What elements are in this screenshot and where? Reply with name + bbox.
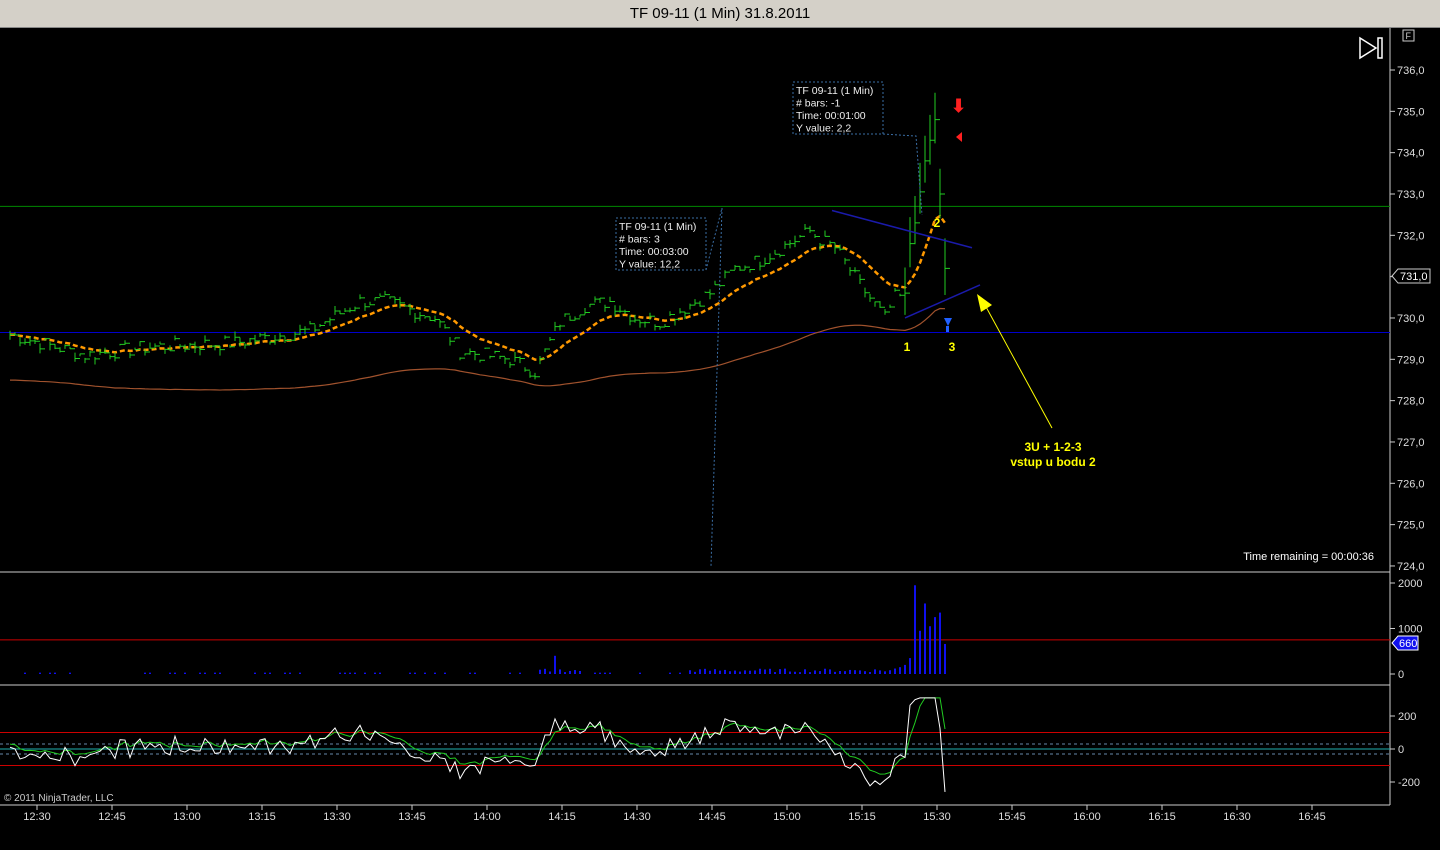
down-arrow-icon: ⬇ [951,96,966,116]
annotation-arrow-icon [977,294,992,312]
x-tick-label: 14:45 [698,811,726,823]
f-badge-label: F [1406,31,1412,41]
y-tick-label: -200 [1398,777,1420,789]
y-tick-label: 2000 [1398,578,1422,590]
point-3-label: 3 [949,340,956,354]
x-tick-label: 15:45 [998,811,1026,823]
x-tick-label: 12:30 [23,811,51,823]
x-tick-label: 13:30 [323,811,351,823]
trendline [904,284,981,319]
buy-marker-icon [946,326,949,332]
x-tick-label: 15:30 [923,811,951,823]
x-tick-label: 14:00 [473,811,501,823]
y-tick-label: 730,0 [1397,313,1425,325]
play-forward-icon[interactable] [1359,36,1378,60]
y-tick-label: 727,0 [1397,437,1425,449]
x-tick-label: 16:30 [1223,811,1251,823]
trendline [831,209,973,249]
x-tick-label: 15:00 [773,811,801,823]
x-tick-label: 13:00 [173,811,201,823]
measure-tooltip-2-line: Time: 00:01:00 [796,110,866,122]
play-forward-icon[interactable] [1377,37,1383,59]
x-tick-label: 16:15 [1148,811,1176,823]
volume-last-label: 660 [1399,638,1417,650]
x-tick-label: 14:30 [623,811,651,823]
copyright-label: © 2011 NinjaTrader, LLC [4,793,114,804]
y-tick-label: 734,0 [1397,148,1425,160]
x-tick-label: 14:15 [548,811,576,823]
measure-line [882,133,923,216]
measure-line [705,207,723,567]
y-tick-label: 0 [1398,669,1404,681]
x-tick-label: 15:15 [848,811,876,823]
ema-fast-line [9,214,947,361]
y-tick-label: 724,0 [1397,561,1425,573]
price-bars [9,92,950,380]
chart-area[interactable]: 736,0 735,0 734,0 733,0 732,0 731,0 730,0 729,0… [0,28,1440,850]
y-tick-label: 736,0 [1397,65,1425,77]
y-tick-label: 728,0 [1397,396,1425,408]
y-tick-label: 725,0 [1397,520,1425,532]
last-price-label: 731,0 [1400,271,1428,283]
y-tick-label: 735,0 [1397,106,1425,118]
point-2-label: 2 [934,216,941,230]
y-tick-label: 726,0 [1397,478,1425,490]
time-remaining-label: Time remaining = 00:00:36 [1243,551,1374,563]
x-tick-label: 12:45 [98,811,126,823]
x-tick-label: 16:00 [1073,811,1101,823]
annotation-note-2: vstup u bodu 2 [1010,455,1096,469]
measure-tooltip-1-line: # bars: 3 [619,234,660,246]
y-tick-label: 0 [1398,744,1404,756]
osc-white-line [9,697,946,792]
y-tick-label: 200 [1398,711,1416,723]
y-tick-label: 729,0 [1397,354,1425,366]
y-tick-label: 732,0 [1397,230,1425,242]
measure-tooltip-1-line: Time: 00:03:00 [619,246,689,258]
y-tick-label: 1000 [1398,624,1422,636]
point-1-label: 1 [904,340,911,354]
annotation-note-1: 3U + 1-2-3 [1024,440,1081,454]
x-tick-label: 13:45 [398,811,426,823]
measure-tooltip-2-line: Y value: 2,2 [796,123,851,135]
x-tick-label: 16:45 [1298,811,1326,823]
measure-tooltip-2-line: # bars: -1 [796,98,841,110]
measure-tooltip-1-line: TF 09-11 (1 Min) [619,221,696,233]
buy-marker-icon [944,318,952,326]
ema-slow-line [9,307,946,391]
window-title: TF 09-11 (1 Min) 31.8.2011 [0,0,1440,28]
osc-green-line [9,697,946,775]
annotation-arrow-line [984,304,1053,429]
measure-tooltip-1-line: Y value: 12,2 [619,259,680,271]
sell-marker-icon [956,132,962,142]
x-tick-label: 13:15 [248,811,276,823]
measure-tooltip-2-line: TF 09-11 (1 Min) [796,85,873,97]
y-tick-label: 733,0 [1397,189,1425,201]
